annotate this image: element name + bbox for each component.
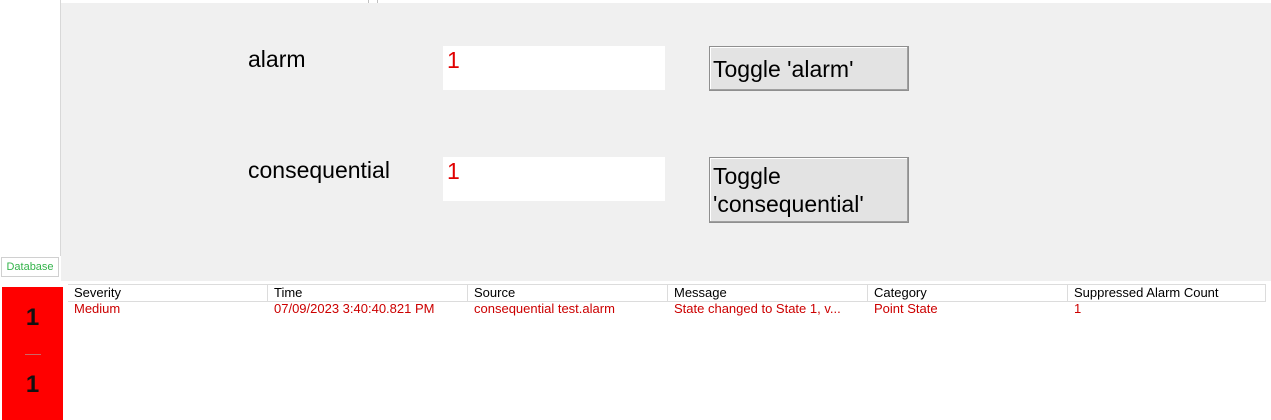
left-navigation-panel (0, 0, 61, 256)
consequential-value-field[interactable]: 1 (443, 157, 665, 201)
toggle-consequential-button[interactable]: Toggle 'consequential' (709, 157, 909, 223)
cell-severity: Medium (74, 301, 121, 316)
alarm-table: Severity Time Source Message Category Su… (68, 284, 1271, 420)
unacknowledged-alarm-count: 1 (25, 371, 40, 398)
cell-suppressed-alarm-count: 1 (1074, 301, 1082, 316)
alarm-test-window: Database alarm 1 Toggle 'alarm' conseque… (0, 0, 1271, 420)
active-alarm-count: 1 (25, 304, 40, 331)
alarm-count-indicator[interactable]: 1 1 (2, 287, 63, 420)
database-tab[interactable]: Database (1, 257, 59, 277)
cell-time: 07/09/2023 3:40:40.821 PM (274, 301, 435, 316)
column-header-suppressed-alarm-count[interactable]: Suppressed Alarm Count (1068, 285, 1266, 301)
table-row[interactable]: Medium 07/09/2023 3:40:40.821 PM consequ… (68, 301, 1266, 317)
column-header-time[interactable]: Time (268, 285, 468, 301)
consequential-label: consequential (248, 157, 390, 183)
column-header-category[interactable]: Category (868, 285, 1068, 301)
tag-control-panel: alarm 1 Toggle 'alarm' consequential 1 T… (61, 3, 1271, 281)
counter-divider (25, 354, 41, 355)
cell-message: State changed to State 1, v... (674, 301, 841, 316)
toggle-alarm-button[interactable]: Toggle 'alarm' (709, 46, 909, 91)
column-header-severity[interactable]: Severity (68, 285, 268, 301)
cell-source: consequential test.alarm (474, 301, 615, 316)
column-header-message[interactable]: Message (668, 285, 868, 301)
cell-category: Point State (874, 301, 938, 316)
alarm-label: alarm (248, 46, 306, 72)
alarm-value-field[interactable]: 1 (443, 46, 665, 90)
column-header-source[interactable]: Source (468, 285, 668, 301)
alarm-table-header: Severity Time Source Message Category Su… (68, 284, 1266, 302)
